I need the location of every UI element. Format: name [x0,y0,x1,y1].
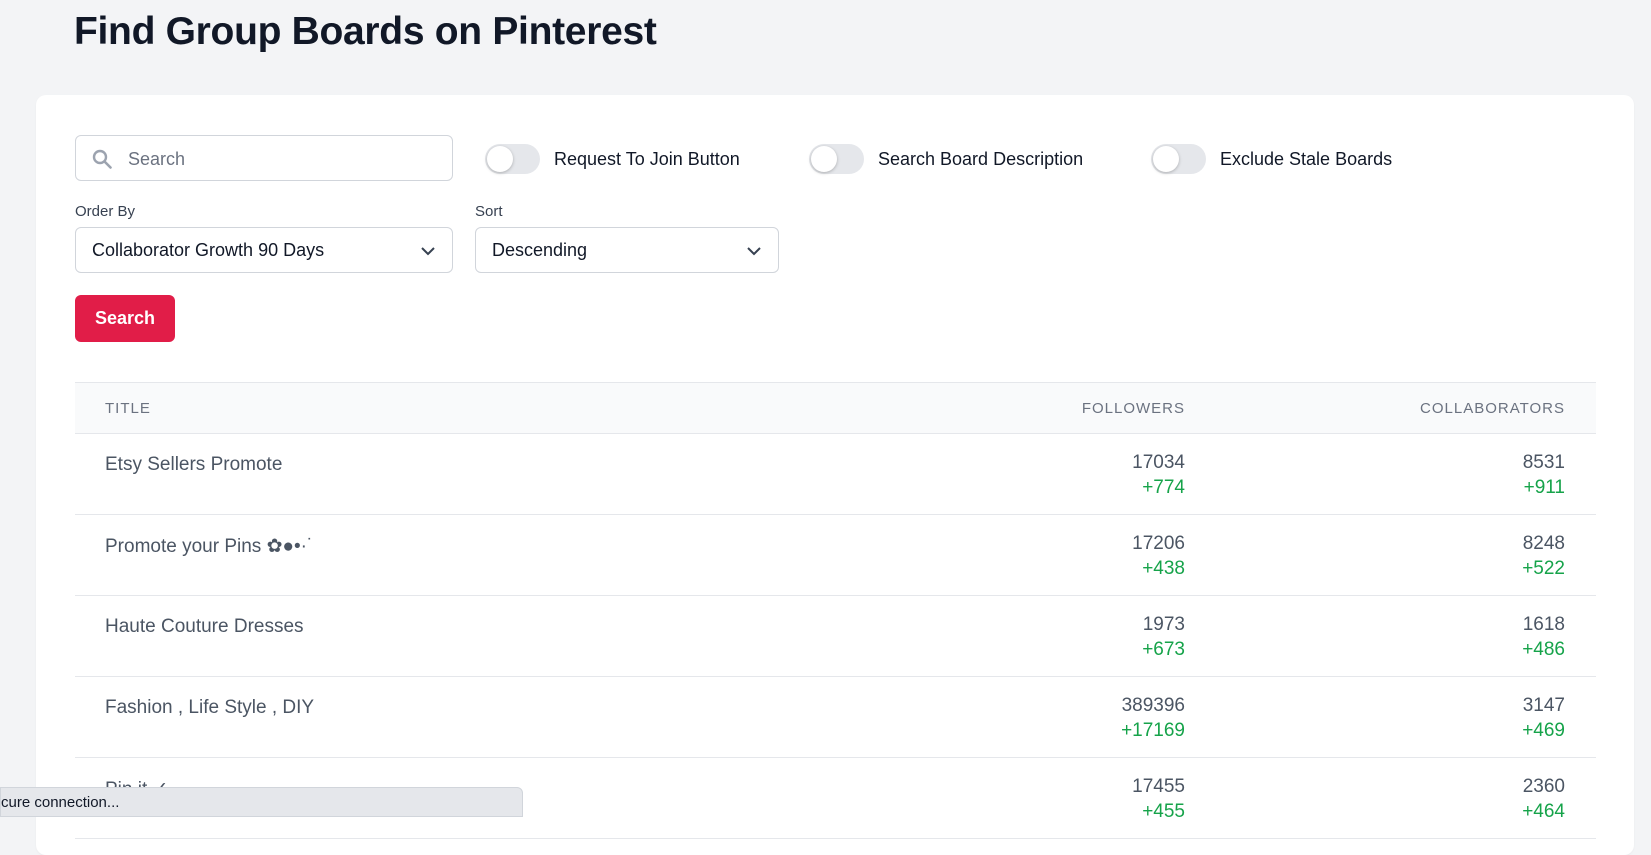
request-to-join-label: Request To Join Button [554,148,740,169]
exclude-stale-toggle-group: Exclude Stale Boards [1151,143,1392,175]
followers-cell: 1973 +673 [1142,612,1185,662]
sort-value: Descending [492,240,588,260]
collaborators-growth: +469 [1522,720,1565,741]
exclude-stale-label: Exclude Stale Boards [1220,148,1393,169]
collaborators-count: 8248 [1522,533,1565,554]
collaborators-cell: 2360 +464 [1522,774,1565,824]
search-input[interactable] [126,136,440,182]
table-row[interactable]: Haute Couture Dresses 1973 +673 1618 +48… [75,596,1596,677]
sort-label: Sort [475,203,503,220]
followers-count: 389396 [1121,695,1185,716]
chevron-down-icon [420,244,436,262]
collaborators-column-header[interactable]: COLLABORATORS [1420,400,1565,417]
followers-growth: +438 [1142,558,1185,579]
collaborators-cell: 8531 +911 [1523,450,1565,500]
order-by-select[interactable]: Collaborator Growth 90 Days [75,227,453,273]
collaborators-growth: +911 [1523,477,1565,498]
search-description-toggle[interactable] [809,144,864,174]
title-column-header[interactable]: TITLE [105,400,151,417]
followers-cell: 17455 +455 [1132,774,1185,824]
search-icon [92,149,112,174]
collaborators-count: 3147 [1522,695,1565,716]
followers-growth: +673 [1142,639,1185,660]
followers-count: 17455 [1132,776,1185,797]
sort-select[interactable]: Descending [475,227,779,273]
table-header: TITLE FOLLOWERS COLLABORATORS [75,383,1596,434]
search-field[interactable] [75,135,453,182]
toggle-knob [487,146,513,172]
search-description-label: Search Board Description [878,148,1084,169]
request-to-join-toggle-group: Request To Join Button [485,143,740,175]
board-title[interactable]: Haute Couture Dresses [105,616,304,638]
group-boards-table: TITLE FOLLOWERS COLLABORATORS Etsy Selle… [75,382,1596,839]
collaborators-growth: +486 [1522,639,1565,660]
board-title[interactable]: Fashion , Life Style , DIY [105,697,314,719]
toggle-knob [1153,146,1179,172]
followers-count: 1973 [1142,614,1185,635]
chevron-down-icon [746,244,762,262]
collaborators-growth: +464 [1522,801,1565,822]
followers-growth: +455 [1142,801,1185,822]
table-row[interactable]: Etsy Sellers Promote 17034 +774 8531 +91… [75,434,1596,515]
followers-cell: 17206 +438 [1132,531,1185,581]
followers-growth: +17169 [1121,720,1185,741]
collaborators-count: 8531 [1522,452,1565,473]
board-title[interactable]: Promote your Pins ✿●•·˙ [105,535,313,558]
followers-cell: 17034 +774 [1132,450,1185,500]
collaborators-cell: 3147 +469 [1522,693,1565,743]
collaborators-cell: 8248 +522 [1522,531,1565,581]
page-title: Find Group Boards on Pinterest [74,10,657,53]
browser-status-bar: cure connection... [0,787,523,817]
followers-count: 17206 [1132,533,1185,554]
search-panel: Request To Join Button Search Board Desc… [36,95,1634,855]
collaborators-count: 1618 [1522,614,1565,635]
search-description-toggle-group: Search Board Description [809,143,1083,175]
toggle-knob [811,146,837,172]
followers-growth: +774 [1142,477,1185,498]
table-row[interactable]: Fashion , Life Style , DIY 389396 +17169… [75,677,1596,758]
exclude-stale-toggle[interactable] [1151,144,1206,174]
followers-cell: 389396 +17169 [1121,693,1185,743]
collaborators-count: 2360 [1522,776,1565,797]
board-title[interactable]: Etsy Sellers Promote [105,454,282,476]
collaborators-growth: +522 [1522,558,1565,579]
followers-count: 17034 [1132,452,1185,473]
search-button[interactable]: Search [75,295,175,342]
order-by-value: Collaborator Growth 90 Days [92,240,325,260]
followers-column-header[interactable]: FOLLOWERS [1082,400,1185,417]
order-by-label: Order By [75,203,136,220]
table-row[interactable]: Promote your Pins ✿●•·˙ 17206 +438 8248 … [75,515,1596,596]
request-to-join-toggle[interactable] [485,144,540,174]
collaborators-cell: 1618 +486 [1522,612,1565,662]
